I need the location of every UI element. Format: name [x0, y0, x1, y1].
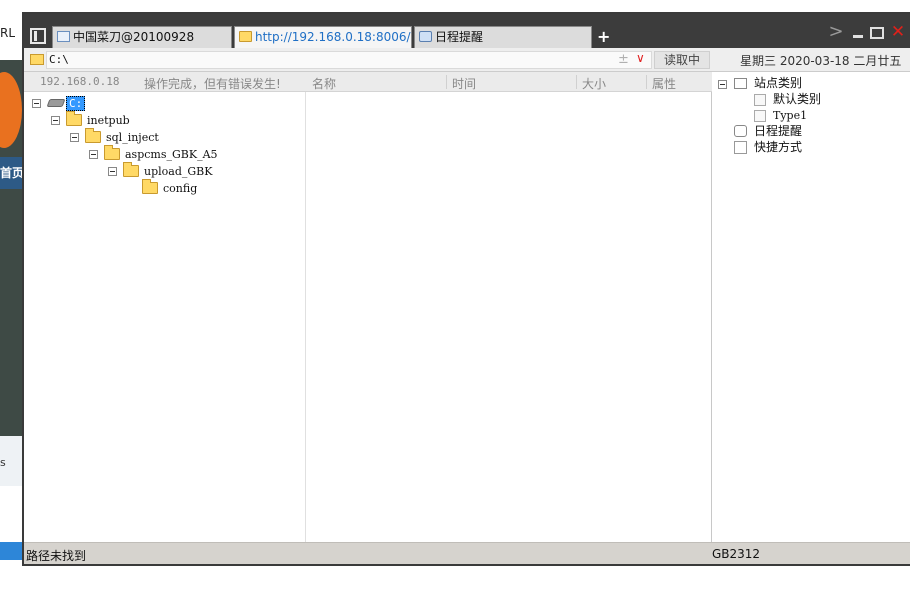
shortcuts-item[interactable]: 快捷方式	[754, 140, 802, 155]
folder-icon	[66, 111, 82, 126]
close-button[interactable]: ✕	[890, 24, 906, 41]
category-default[interactable]: 默认类别	[773, 92, 821, 107]
title-bar: 中国菜刀@20100928 http://192.168.0.18:8006/c…	[24, 14, 910, 48]
folder-icon	[85, 128, 101, 143]
column-header-name[interactable]: 名称	[312, 75, 336, 92]
column-divider[interactable]	[646, 75, 647, 89]
directory-tree-pane[interactable]: 192.168.0.18 操作完成，但有错误发生! C: inetpub sql…	[24, 72, 306, 542]
encoding-indicator[interactable]: GB2312	[712, 547, 760, 561]
collapse-toggle[interactable]	[70, 133, 79, 142]
background-window-panel	[0, 486, 24, 546]
folder-icon	[104, 145, 120, 160]
background-window: RL 首页 s	[0, 14, 24, 560]
column-header-attributes[interactable]: 属性	[652, 75, 676, 92]
clock-icon	[734, 125, 747, 137]
folder-icon	[142, 179, 158, 194]
path-input[interactable]: C:\	[46, 51, 652, 69]
background-window-url-fragment: RL	[0, 26, 16, 40]
drive-icon	[46, 99, 66, 107]
tree-label[interactable]: sql_inject	[106, 130, 159, 145]
tab-label: 中国菜刀@20100928	[73, 30, 195, 44]
site-category-icon	[734, 78, 747, 89]
background-window-taskbar	[0, 542, 24, 560]
folder-icon	[239, 31, 252, 42]
site-category-pane[interactable]: 站点类别 默认类别 Type1 日程提醒 快捷方式	[712, 72, 910, 542]
folder-icon	[30, 54, 44, 65]
content-area: 192.168.0.18 操作完成，但有错误发生! C: inetpub sql…	[24, 72, 910, 542]
site-category-root[interactable]: 站点类别	[754, 76, 802, 91]
directory-tree-header: 192.168.0.18 操作完成，但有错误发生!	[24, 72, 306, 92]
file-list-header: 名称 时间 大小 属性	[306, 72, 712, 92]
status-bar: 路径未找到 GB2312	[24, 542, 910, 564]
collapse-toggle[interactable]	[51, 116, 60, 125]
tab-label: http://192.168.0.18:8006/co...	[255, 30, 411, 44]
folder-icon	[123, 162, 139, 177]
shortcut-icon	[734, 141, 747, 154]
chevron-down-icon[interactable]: ∨	[636, 51, 645, 65]
read-button[interactable]: 读取中	[654, 51, 710, 69]
page-icon	[754, 110, 766, 122]
chevron-right-icon[interactable]: >	[828, 23, 844, 41]
tree-label[interactable]: upload_GBK	[144, 164, 212, 179]
category-type1[interactable]: Type1	[773, 108, 807, 123]
background-window-footer: s	[0, 436, 24, 486]
tab-label: 日程提醒	[435, 30, 484, 44]
column-header-size[interactable]: 大小	[582, 75, 606, 92]
background-window-nav: 首页	[0, 157, 24, 189]
tab-schedule-reminder[interactable]: 日程提醒	[414, 26, 592, 48]
collapse-toggle[interactable]	[108, 167, 117, 176]
column-divider[interactable]	[576, 75, 577, 89]
address-bar: C:\ ± ∨ 读取中 星期三 2020-03-18 二月廿五	[24, 48, 910, 72]
file-list-pane[interactable]: 名称 时间 大小 属性	[306, 72, 712, 542]
collapse-toggle[interactable]	[32, 99, 41, 108]
tab-caidao-home[interactable]: 中国菜刀@20100928	[52, 26, 232, 48]
caidao-window: 中国菜刀@20100928 http://192.168.0.18:8006/c…	[22, 12, 910, 566]
window-menu-icon[interactable]	[30, 28, 46, 44]
maximize-button[interactable]	[870, 27, 884, 39]
server-ip: 192.168.0.18	[40, 75, 120, 88]
tree-label[interactable]: inetpub	[87, 113, 130, 128]
background-window-logo	[0, 72, 22, 148]
date-display: 星期三 2020-03-18 二月廿五	[740, 54, 902, 68]
status-message: 路径未找到	[26, 549, 87, 563]
operation-message: 操作完成，但有错误发生!	[144, 77, 281, 91]
tree-label[interactable]: aspcms_GBK_A5	[125, 147, 218, 162]
collapse-toggle[interactable]	[718, 80, 727, 89]
column-divider[interactable]	[446, 75, 447, 89]
tab-file-manager[interactable]: http://192.168.0.18:8006/co...	[234, 26, 412, 48]
collapse-toggle[interactable]	[89, 150, 98, 159]
tree-label[interactable]: config	[163, 181, 197, 196]
new-tab-button[interactable]: +	[597, 27, 611, 47]
plus-minus-icon[interactable]: ±	[618, 52, 629, 67]
schedule-reminder-item[interactable]: 日程提醒	[754, 124, 802, 139]
page-icon	[754, 94, 766, 106]
column-header-time[interactable]: 时间	[452, 75, 476, 92]
clock-icon	[419, 31, 432, 42]
tree-label[interactable]: C:	[66, 96, 86, 111]
minimize-button[interactable]	[850, 24, 866, 40]
page-icon	[57, 31, 70, 42]
